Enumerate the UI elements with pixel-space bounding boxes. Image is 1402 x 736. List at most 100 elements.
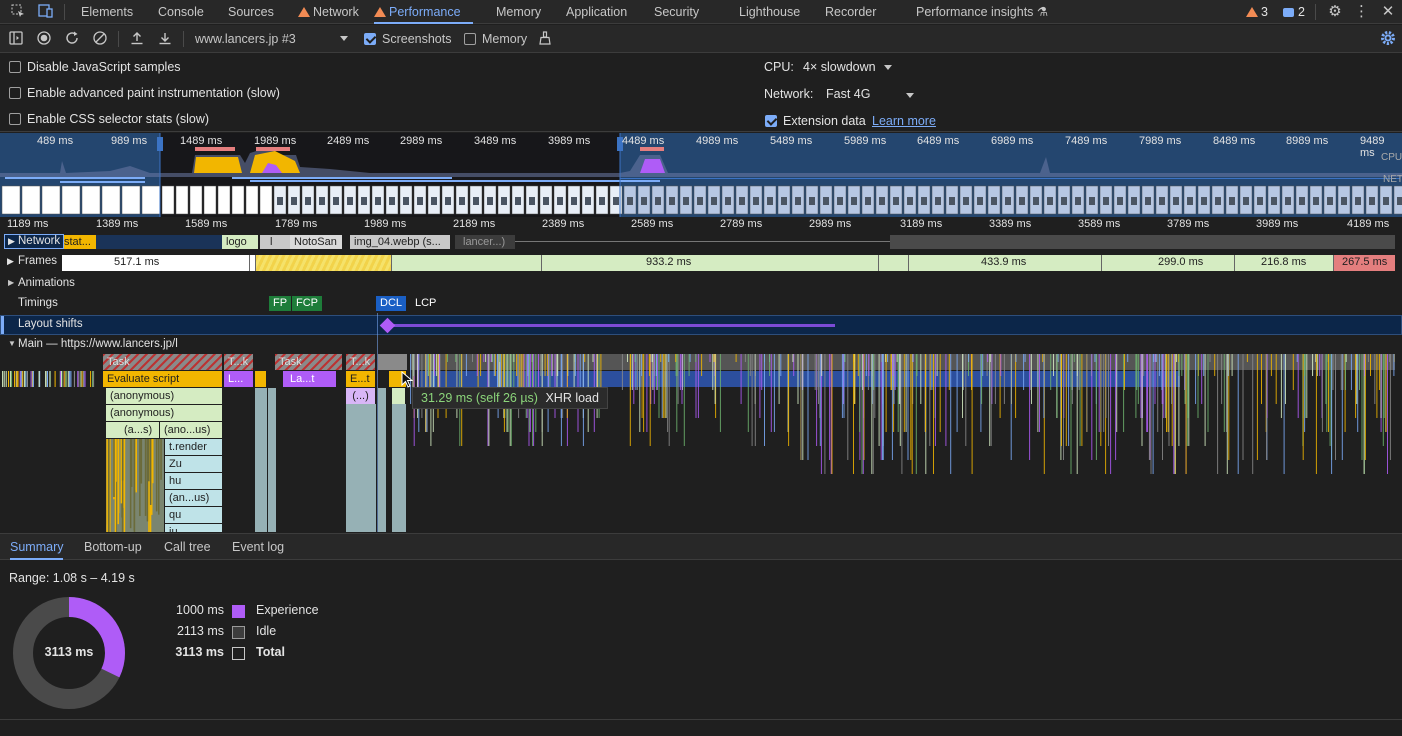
network-throttle-select[interactable]: Fast 4G (826, 87, 922, 101)
timeline-overview[interactable]: 489 ms 989 ms 1489 ms 1989 ms 2489 ms 29… (0, 133, 1402, 217)
task-block[interactable] (378, 354, 408, 370)
flame-sliver (1078, 354, 1080, 390)
flame-sliver (1342, 354, 1344, 390)
tab-console[interactable]: Console (158, 0, 204, 24)
css-selector-stats-checkbox[interactable]: Enable CSS selector stats (slow) (9, 112, 209, 126)
gear-icon[interactable]: ⚙ (1326, 0, 1344, 24)
animations-track[interactable]: ▶ Animations (0, 274, 1402, 294)
flame-chart[interactable]: Task T...k Task T...k Evaluate script L.… (0, 354, 1402, 532)
tab-security[interactable]: Security (654, 0, 699, 24)
main-thread-track[interactable]: ▼ Main — https://www.lancers.jp/l (0, 336, 1402, 354)
reload-record-icon[interactable] (65, 25, 81, 53)
inspect-element-icon[interactable] (8, 0, 28, 24)
cpu-throttle-select[interactable]: 4× slowdown (803, 60, 892, 74)
frame[interactable] (391, 255, 541, 271)
task-block-long[interactable]: Task (275, 354, 343, 370)
learn-more-link[interactable]: Learn more (872, 114, 936, 128)
task-block-long[interactable]: T...k (224, 354, 254, 370)
layout-shifts-track[interactable]: Layout shifts (0, 315, 1402, 335)
layout-shift-diamond-icon[interactable] (379, 317, 396, 334)
tab-lighthouse[interactable]: Lighthouse (739, 0, 800, 24)
function-call-block[interactable]: t.render (165, 439, 223, 455)
frame[interactable]: 933.2 ms (541, 255, 878, 271)
memory-checkbox[interactable]: Memory (464, 25, 527, 53)
tab-bottom-up[interactable]: Bottom-up (84, 534, 142, 560)
fcp-marker[interactable]: FCP (292, 296, 322, 311)
function-call-block[interactable]: (anonymous) (106, 405, 223, 421)
script-block[interactable] (255, 371, 267, 387)
function-call-block[interactable]: (anonymous) (106, 388, 223, 404)
tab-sources[interactable]: Sources (228, 0, 274, 24)
more-vertical-icon[interactable]: ⋮ (1354, 0, 1369, 24)
record-icon[interactable] (37, 25, 53, 53)
function-call-block[interactable]: qu (165, 507, 223, 523)
screenshot-content (1159, 197, 1165, 205)
tab-network[interactable]: Network (298, 0, 359, 24)
function-call-block[interactable]: (ano...us) (160, 422, 223, 438)
extension-data-checkbox[interactable]: Extension data (765, 114, 866, 128)
function-call-block[interactable]: iu (165, 524, 223, 532)
tab-performance-insights[interactable]: Performance insights ⚗ (916, 0, 1048, 24)
function-label: (a...s) (124, 424, 153, 436)
fp-marker[interactable]: FP (269, 296, 292, 311)
disable-js-samples-checkbox[interactable]: Disable JavaScript samples (9, 60, 181, 74)
close-icon[interactable]: ✕ (1380, 0, 1396, 24)
tab-recorder[interactable]: Recorder (825, 0, 876, 24)
advanced-paint-checkbox[interactable]: Enable advanced paint instrumentation (s… (9, 86, 280, 100)
task-block-long[interactable]: Task (103, 354, 223, 370)
recording-select[interactable]: www.lancers.jp #3 (195, 25, 353, 53)
flame-sliver (987, 354, 989, 362)
tab-performance[interactable]: Performance (374, 0, 473, 24)
frame[interactable] (878, 255, 908, 271)
tab-event-log[interactable]: Event log (232, 534, 284, 560)
warnings-counter[interactable]: 3 (1246, 0, 1268, 24)
evaluate-script-block[interactable]: Evaluate script (103, 371, 223, 387)
messages-counter[interactable]: 2 (1283, 0, 1305, 24)
screenshots-checkbox[interactable]: Screenshots (364, 25, 451, 53)
flame-sliver (84, 371, 86, 387)
tab-elements[interactable]: Elements (81, 0, 133, 24)
flame-sliver (1105, 354, 1107, 418)
frame[interactable]: 299.0 ms (1101, 255, 1234, 271)
layout-shift-cluster[interactable] (387, 324, 835, 327)
network-track-header[interactable]: ▶ Network (4, 234, 64, 249)
flame-sliver (744, 354, 746, 362)
tab-application[interactable]: Application (566, 0, 627, 24)
function-call-block[interactable]: (a...s) (106, 422, 160, 438)
function-call-block[interactable]: (an...us) (165, 490, 223, 506)
frames-track[interactable]: 517.1 ms 933.2 ms 433.9 ms 299.0 ms 216.… (0, 254, 1402, 272)
timings-track[interactable]: Timings FP FCP DCL LCP (0, 294, 1402, 314)
frame[interactable]: 433.9 ms (908, 255, 1101, 271)
tab-summary[interactable]: Summary (10, 534, 64, 560)
lcp-marker[interactable]: LCP (411, 296, 441, 311)
download-icon[interactable] (158, 25, 174, 53)
tab-call-tree[interactable]: Call tree (164, 534, 211, 560)
clear-icon[interactable] (93, 25, 109, 53)
screenshot-content (907, 197, 913, 205)
upload-icon[interactable] (130, 25, 146, 53)
task-block-long[interactable]: T...k (346, 354, 376, 370)
broom-icon[interactable] (538, 25, 552, 53)
frame-partial[interactable] (256, 255, 391, 271)
frame[interactable]: 216.8 ms (1234, 255, 1333, 271)
function-call-block[interactable]: hu (165, 473, 223, 489)
function-call-block[interactable]: (...) (346, 388, 376, 404)
timeline-tracks[interactable]: stat... logo l NotoSan img_04.webp (s...… (0, 233, 1402, 532)
overview-tick: 7989 ms (1139, 135, 1182, 147)
layout-block[interactable]: L... (224, 371, 254, 387)
frames-track-header[interactable]: ▶ Frames (4, 255, 60, 270)
tab-memory[interactable]: Memory (496, 0, 541, 24)
frame-dropped[interactable]: 267.5 ms (1333, 255, 1395, 271)
flame-sliver (1039, 354, 1040, 432)
evaluate-script-block[interactable]: E...t (346, 371, 376, 387)
function-call-block[interactable]: Zu (165, 456, 223, 472)
sidebar-toggle-icon[interactable] (9, 25, 25, 53)
capture-settings-gear-icon[interactable] (1380, 25, 1396, 53)
network-track[interactable]: stat... logo l NotoSan img_04.webp (s...… (0, 233, 1402, 252)
dcl-marker[interactable]: DCL (376, 296, 407, 311)
layout-block[interactable]: La...t (283, 371, 337, 387)
frame[interactable]: 517.1 ms (62, 255, 250, 271)
function-call-block[interactable] (392, 388, 406, 404)
flame-sliver (1174, 354, 1176, 474)
device-toolbar-icon[interactable] (36, 0, 56, 24)
